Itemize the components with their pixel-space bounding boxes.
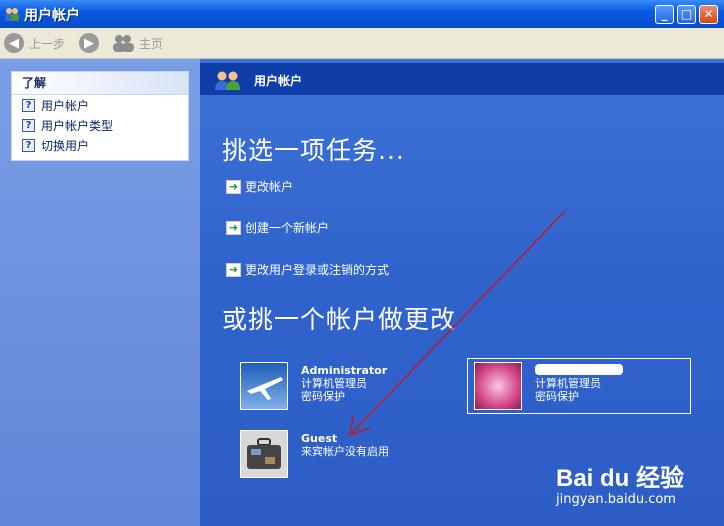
watermark-domain: jingyan.baidu.com [556,492,676,507]
user-accounts-window: 用户帐户 _ □ ✕ ◀ 上一步 ▶ 主页 了解 ? 用户帐户 ? 用户帐户类型… [0,0,724,526]
watermark-logo: Bai du 经验 [556,465,685,492]
baidu-jingyan-watermark: Bai du 经验 jingyan.baidu.com [556,456,716,516]
annotation-arrow [349,210,566,437]
